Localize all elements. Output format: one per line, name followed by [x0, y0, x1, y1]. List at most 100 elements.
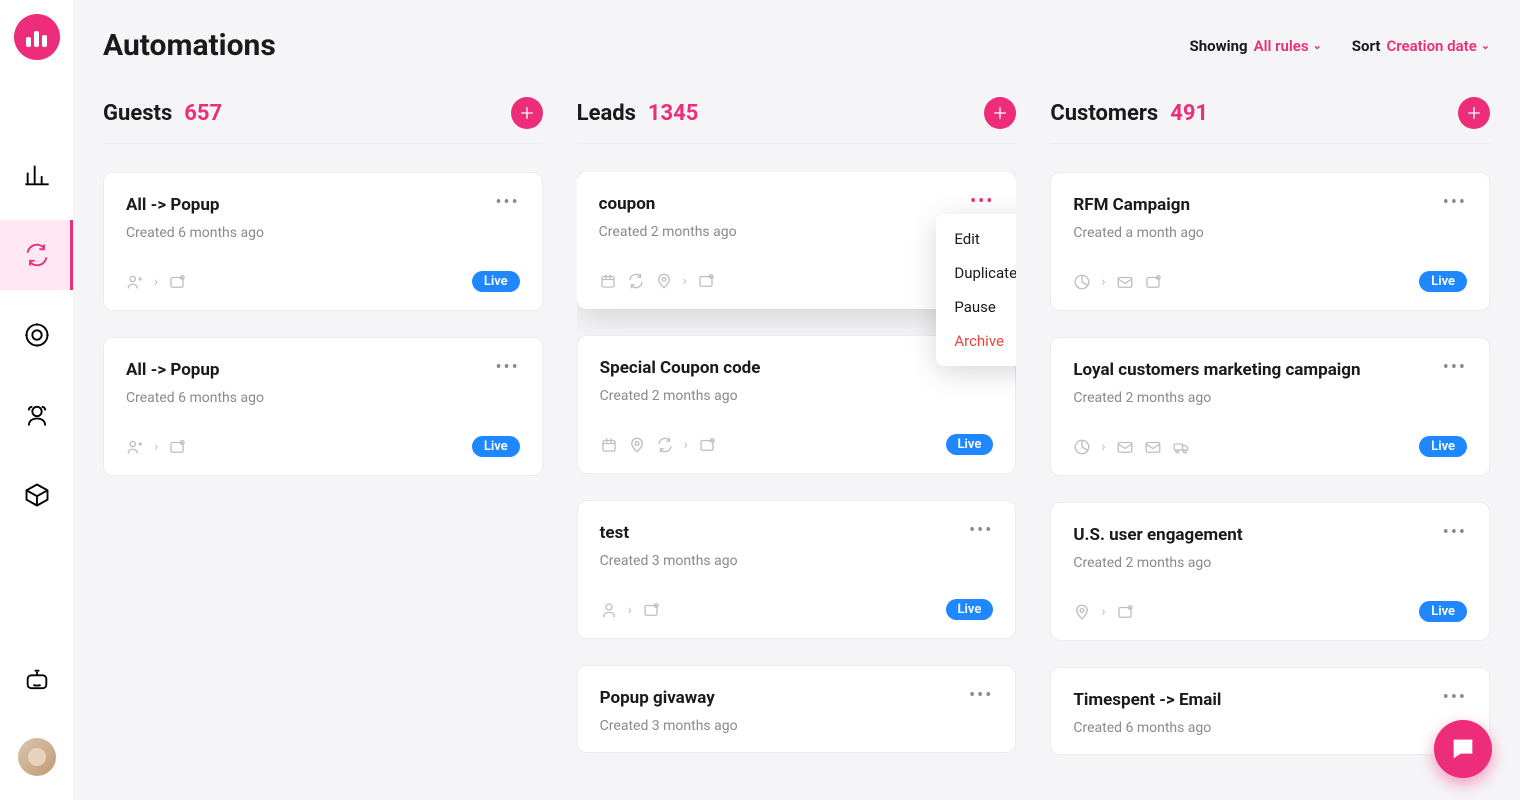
sidebar	[0, 0, 73, 800]
refresh-icon	[627, 272, 645, 290]
automation-card[interactable]: U.S. user engagement Created 2 months ag…	[1050, 502, 1490, 641]
card-footer: › Live	[1073, 436, 1467, 457]
column-guests: Guests 657 All -> Popup Created 6 months…	[103, 97, 543, 800]
menu-edit[interactable]: Edit	[936, 222, 1016, 256]
popup-icon	[168, 273, 186, 291]
card-title: RFM Campaign	[1073, 195, 1203, 215]
filter-showing[interactable]: Showing All rules ⌄	[1190, 37, 1322, 55]
add-rule-button[interactable]	[984, 97, 1016, 129]
nav-products[interactable]	[0, 460, 73, 530]
chevron-right-icon: ›	[684, 437, 688, 453]
menu-pause[interactable]: Pause	[936, 290, 1016, 324]
flow-icons: ›	[600, 436, 716, 454]
card-list: coupon Created 2 months ago ••• › Live E…	[577, 172, 1017, 753]
card-more-button[interactable]: •••	[1443, 525, 1467, 541]
nav-analytics[interactable]	[0, 140, 73, 210]
card-more-button[interactable]: •••	[1443, 360, 1467, 376]
pin-icon	[1073, 603, 1091, 621]
card-more-button[interactable]: •••	[495, 195, 519, 211]
chevron-down-icon: ⌄	[1313, 39, 1322, 52]
plus-icon	[1465, 104, 1483, 122]
page-header: Automations Showing All rules ⌄ Sort Crea…	[103, 28, 1490, 63]
add-rule-button[interactable]	[511, 97, 543, 129]
automation-card[interactable]: All -> Popup Created 6 months ago ••• › …	[103, 172, 543, 311]
chevron-right-icon: ›	[628, 602, 632, 618]
card-title: Timespent -> Email	[1073, 690, 1221, 710]
column-customers: Customers 491 RFM Campaign Created a mon…	[1050, 97, 1490, 800]
filter-sort-label: Sort	[1352, 37, 1381, 55]
filter-showing-value: All rules	[1254, 37, 1309, 55]
automation-card[interactable]: All -> Popup Created 6 months ago ••• › …	[103, 337, 543, 476]
card-title: All -> Popup	[126, 195, 264, 215]
column-header: Leads 1345	[577, 97, 1017, 144]
card-created: Created 2 months ago	[599, 224, 737, 240]
automation-card[interactable]: RFM Campaign Created a month ago ••• › L…	[1050, 172, 1490, 311]
plus-icon	[991, 104, 1009, 122]
status-badge: Live	[472, 271, 520, 292]
card-more-button[interactable]: •••	[969, 688, 993, 704]
card-list: All -> Popup Created 6 months ago ••• › …	[103, 172, 543, 476]
column-title: Guests	[103, 101, 172, 126]
card-created: Created 2 months ago	[600, 388, 761, 404]
nav-support[interactable]	[0, 380, 73, 450]
status-badge: Live	[1419, 601, 1467, 622]
nav-automations[interactable]	[0, 220, 73, 290]
card-created: Created 3 months ago	[600, 553, 738, 569]
truck-icon	[1172, 438, 1190, 456]
card-title: test	[600, 523, 738, 543]
mail-icon	[1116, 438, 1134, 456]
card-title: Popup givaway	[600, 688, 738, 708]
popup-icon	[698, 436, 716, 454]
refresh-icon	[23, 241, 51, 269]
pie-icon	[1073, 438, 1091, 456]
user-avatar[interactable]	[18, 738, 56, 776]
box-icon	[23, 481, 51, 509]
flow-icons: ›	[1073, 438, 1189, 456]
card-more-button[interactable]: •••	[970, 194, 994, 210]
status-badge: Live	[1419, 271, 1467, 292]
chat-fab[interactable]	[1434, 720, 1492, 778]
automation-card[interactable]: Loyal customers marketing campaign Creat…	[1050, 337, 1490, 476]
status-badge: Live	[472, 436, 520, 457]
popup-icon	[168, 438, 186, 456]
page-title: Automations	[103, 28, 276, 63]
column-title: Leads	[577, 101, 636, 126]
card-more-button[interactable]: •••	[1443, 195, 1467, 211]
card-title: coupon	[599, 194, 737, 214]
chevron-right-icon: ›	[154, 439, 158, 455]
card-list: RFM Campaign Created a month ago ••• › L…	[1050, 172, 1490, 755]
card-more-button[interactable]: •••	[495, 360, 519, 376]
flow-icons: ›	[600, 601, 660, 619]
filter-sort[interactable]: Sort Creation date⌄	[1352, 37, 1490, 55]
automation-card[interactable]: Timespent -> Email Created 6 months ago …	[1050, 667, 1490, 755]
automation-card[interactable]: Popup givaway Created 3 months ago •••	[577, 665, 1017, 753]
popup-icon	[1116, 603, 1134, 621]
column-count: 1345	[648, 101, 699, 126]
card-more-button[interactable]: •••	[1443, 690, 1467, 706]
menu-archive[interactable]: Archive	[936, 324, 1016, 358]
nav-audiences[interactable]	[0, 300, 73, 370]
card-title: Special Coupon code	[600, 358, 761, 378]
nav-bot[interactable]	[18, 666, 56, 694]
plus-icon	[518, 104, 536, 122]
card-footer: › Live	[126, 436, 520, 457]
add-rule-button[interactable]	[1458, 97, 1490, 129]
card-menu: Edit Duplicate Pause Archive	[936, 214, 1016, 366]
menu-duplicate[interactable]: Duplicate	[936, 256, 1016, 290]
card-footer: › Live	[599, 270, 995, 291]
user-icon	[126, 273, 144, 291]
automation-card[interactable]: coupon Created 2 months ago ••• › Live E…	[577, 172, 1017, 309]
person-icon	[600, 601, 618, 619]
chevron-right-icon: ›	[154, 274, 158, 290]
refresh-icon	[656, 436, 674, 454]
card-more-button[interactable]: •••	[969, 523, 993, 539]
automation-card[interactable]: test Created 3 months ago ••• › Live	[577, 500, 1017, 639]
popup-icon	[1144, 273, 1162, 291]
card-footer: › Live	[600, 434, 994, 455]
pie-icon	[1073, 273, 1091, 291]
card-created: Created 6 months ago	[126, 225, 264, 241]
mail-icon	[1144, 438, 1162, 456]
pin-icon	[655, 272, 673, 290]
filter-showing-label: Showing	[1190, 37, 1248, 55]
bot-icon	[23, 666, 51, 694]
